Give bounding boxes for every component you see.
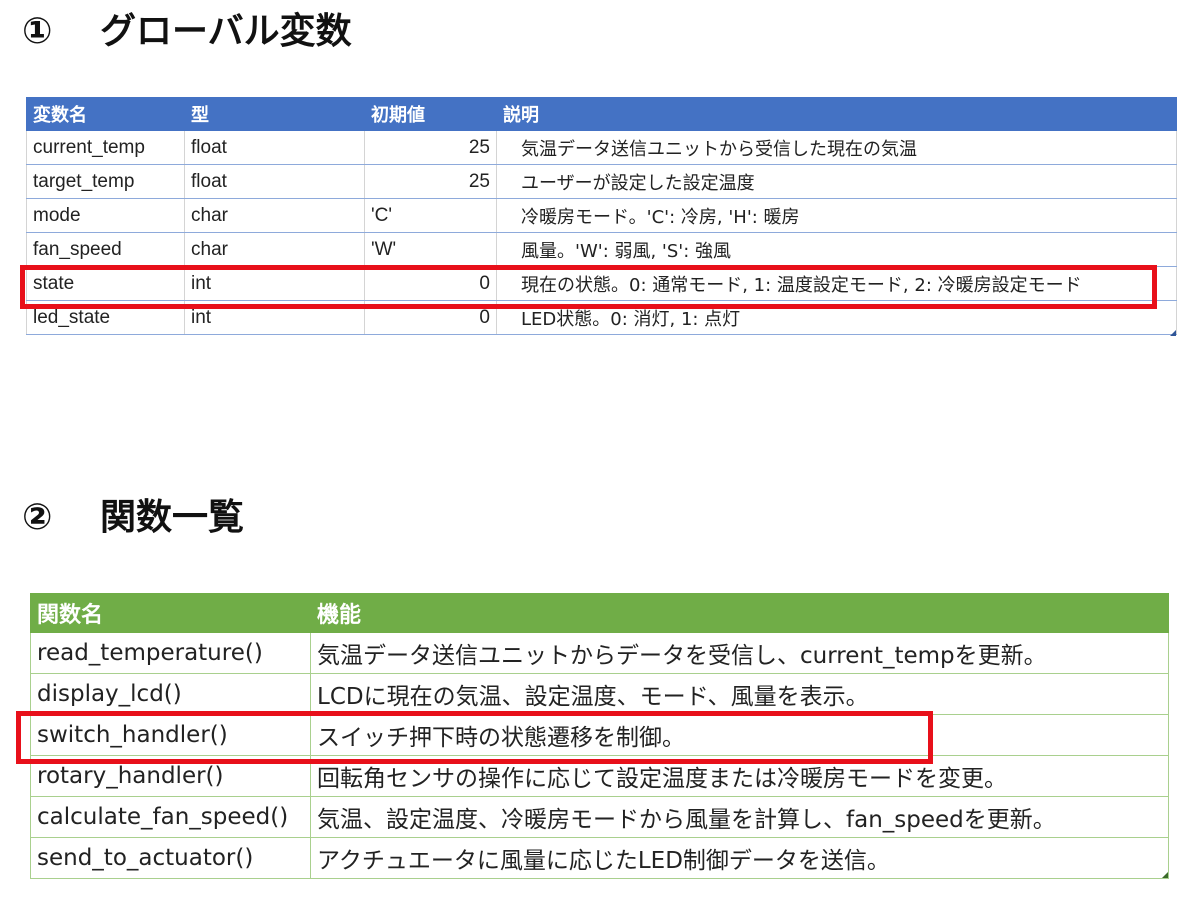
type-cell: int bbox=[184, 266, 365, 301]
initial-value-cell: 0 bbox=[364, 266, 497, 301]
type-cell: float bbox=[184, 164, 365, 199]
table-row: display_lcd() LCDに現在の気温、設定温度、モード、風量を表示。 bbox=[30, 673, 1169, 715]
table-row: current_temp float 25 気温データ送信ユニットから受信した現… bbox=[26, 130, 1177, 165]
type-cell: char bbox=[184, 198, 365, 233]
section-1-title: グローバル変数 bbox=[100, 11, 352, 52]
initial-value-cell: 'C' bbox=[364, 198, 497, 233]
function-description-cell: 気温、設定温度、冷暖房モードから風量を計算し、fan_speedを更新。 bbox=[310, 796, 1169, 838]
col-header-function-name: 関数名 bbox=[30, 593, 311, 633]
description-cell: 気温データ送信ユニットから受信した現在の気温 bbox=[496, 130, 1177, 165]
variable-name-cell: led_state bbox=[26, 300, 185, 335]
function-description-cell: 回転角センサの操作に応じて設定温度または冷暖房モードを変更。 bbox=[310, 755, 1169, 797]
table-header-row: 関数名 機能 bbox=[30, 593, 1169, 633]
function-name-cell: send_to_actuator() bbox=[30, 837, 311, 879]
variable-name-cell: fan_speed bbox=[26, 232, 185, 267]
initial-value-cell: 'W' bbox=[364, 232, 497, 267]
description-cell: LED状態。0: 消灯, 1: 点灯 bbox=[496, 300, 1177, 335]
variable-name-cell: state bbox=[26, 266, 185, 301]
description-cell: 風量。'W': 弱風, 'S': 強風 bbox=[496, 232, 1177, 267]
table-resize-handle-icon bbox=[1170, 330, 1176, 336]
function-name-cell: display_lcd() bbox=[30, 673, 311, 715]
col-header-description: 説明 bbox=[496, 97, 1177, 131]
section-1-number: ① bbox=[22, 11, 53, 52]
table-row: switch_handler() スイッチ押下時の状態遷移を制御。 bbox=[30, 714, 1169, 756]
function-description-cell: LCDに現在の気温、設定温度、モード、風量を表示。 bbox=[310, 673, 1169, 715]
table-row: fan_speed char 'W' 風量。'W': 弱風, 'S': 強風 bbox=[26, 232, 1177, 267]
function-description-cell: アクチュエータに風量に応じたLED制御データを送信。 bbox=[310, 837, 1169, 879]
description-cell: 冷暖房モード。'C': 冷房, 'H': 暖房 bbox=[496, 198, 1177, 233]
table-row: mode char 'C' 冷暖房モード。'C': 冷房, 'H': 暖房 bbox=[26, 198, 1177, 233]
variable-name-cell: current_temp bbox=[26, 130, 185, 165]
col-header-function: 機能 bbox=[310, 593, 1169, 633]
type-cell: int bbox=[184, 300, 365, 335]
table-row: rotary_handler() 回転角センサの操作に応じて設定温度または冷暖房… bbox=[30, 755, 1169, 797]
table-resize-handle-icon bbox=[1162, 872, 1168, 878]
type-cell: char bbox=[184, 232, 365, 267]
function-description-cell: 気温データ送信ユニットからデータを受信し、current_tempを更新。 bbox=[310, 632, 1169, 674]
col-header-initial-value: 初期値 bbox=[364, 97, 497, 131]
initial-value-cell: 0 bbox=[364, 300, 497, 335]
section-2-number: ② bbox=[22, 497, 53, 538]
table-row: target_temp float 25 ユーザーが設定した設定温度 bbox=[26, 164, 1177, 199]
initial-value-cell: 25 bbox=[364, 130, 497, 165]
table-row: calculate_fan_speed() 気温、設定温度、冷暖房モードから風量… bbox=[30, 796, 1169, 838]
section-1-heading: ① グローバル変数 bbox=[22, 2, 352, 54]
function-description-cell: スイッチ押下時の状態遷移を制御。 bbox=[310, 714, 1169, 756]
initial-value-cell: 25 bbox=[364, 164, 497, 199]
table-row: send_to_actuator() アクチュエータに風量に応じたLED制御デー… bbox=[30, 837, 1169, 879]
table-row: led_state int 0 LED状態。0: 消灯, 1: 点灯 bbox=[26, 300, 1177, 335]
function-name-cell: read_temperature() bbox=[30, 632, 311, 674]
function-name-cell: calculate_fan_speed() bbox=[30, 796, 311, 838]
description-cell: ユーザーが設定した設定温度 bbox=[496, 164, 1177, 199]
variable-name-cell: mode bbox=[26, 198, 185, 233]
global-variables-table: 変数名 型 初期値 説明 current_temp float 25 気温データ… bbox=[26, 97, 1177, 335]
variable-name-cell: target_temp bbox=[26, 164, 185, 199]
description-cell: 現在の状態。0: 通常モード, 1: 温度設定モード, 2: 冷暖房設定モード bbox=[496, 266, 1177, 301]
function-list-table: 関数名 機能 read_temperature() 気温データ送信ユニットからデ… bbox=[30, 593, 1169, 879]
col-header-type: 型 bbox=[184, 97, 365, 131]
section-2-title: 関数一覧 bbox=[100, 497, 245, 538]
table-row: state int 0 現在の状態。0: 通常モード, 1: 温度設定モード, … bbox=[26, 266, 1177, 301]
function-name-cell: switch_handler() bbox=[30, 714, 311, 756]
table-header-row: 変数名 型 初期値 説明 bbox=[26, 97, 1177, 131]
type-cell: float bbox=[184, 130, 365, 165]
col-header-variable-name: 変数名 bbox=[26, 97, 185, 131]
section-2-heading: ② 関数一覧 bbox=[22, 488, 244, 540]
table-row: read_temperature() 気温データ送信ユニットからデータを受信し、… bbox=[30, 632, 1169, 674]
function-name-cell: rotary_handler() bbox=[30, 755, 311, 797]
